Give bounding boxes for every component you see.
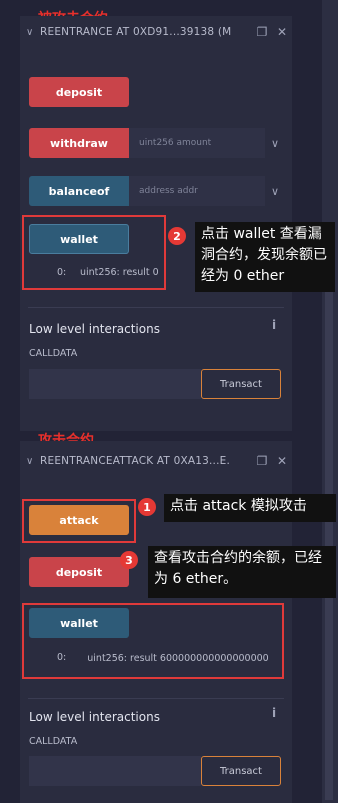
callout-tooltip-3: 查看攻击合约的余额，已经为 6 ether。 [148, 546, 336, 598]
copy-icon[interactable]: ❐ [252, 454, 272, 468]
callout-number-3: 3 [120, 551, 138, 569]
balanceof-button[interactable]: balanceof [29, 176, 129, 206]
balanceof-address-input[interactable]: address addr [129, 176, 265, 206]
divider [28, 307, 284, 308]
transact-button[interactable]: Transact [201, 369, 281, 399]
victim-contract-header[interactable]: ∨ REENTRANCE AT 0XD91...39138 (M ❐ ✕ [20, 17, 292, 47]
callout-tooltip-2: 点击 wallet 查看漏洞合约，发现余额已经为 0 ether [195, 222, 335, 292]
chevron-down-icon[interactable]: ∨ [266, 176, 284, 206]
close-icon[interactable]: ✕ [272, 454, 292, 468]
calldata-input[interactable] [29, 369, 201, 399]
deposit-button[interactable]: deposit [29, 77, 129, 107]
divider [28, 698, 284, 699]
low-level-title: Low level interactions [29, 710, 160, 724]
low-level-title: Low level interactions [29, 322, 160, 336]
attacker-deposit-button[interactable]: deposit [29, 557, 129, 587]
calldata-label: CALLDATA [29, 348, 78, 359]
info-icon[interactable]: i [272, 318, 276, 332]
calldata-input[interactable] [29, 756, 201, 786]
scrollbar-thumb[interactable] [325, 285, 333, 800]
chevron-down-icon[interactable]: ∨ [26, 456, 40, 467]
attacker-contract-header[interactable]: ∨ REENTRANCEATTACK AT 0XA13...E. ❐ ✕ [20, 446, 292, 476]
callout-box-3 [22, 603, 284, 679]
withdraw-amount-input[interactable]: uint256 amount [129, 128, 265, 158]
chevron-down-icon[interactable]: ∨ [26, 27, 40, 38]
attacker-contract-title: REENTRANCEATTACK AT 0XA13...E. [40, 455, 230, 467]
victim-contract-title: REENTRANCE AT 0XD91...39138 (M [40, 26, 232, 38]
callout-tooltip-1: 点击 attack 模拟攻击 [164, 494, 336, 522]
withdraw-button[interactable]: withdraw [29, 128, 129, 158]
chevron-down-icon[interactable]: ∨ [266, 128, 284, 158]
info-icon[interactable]: i [272, 706, 276, 720]
close-icon[interactable]: ✕ [272, 25, 292, 39]
callout-box-1 [22, 499, 136, 543]
copy-icon[interactable]: ❐ [252, 25, 272, 39]
callout-box-2 [22, 215, 166, 290]
transact-button[interactable]: Transact [201, 756, 281, 786]
calldata-label: CALLDATA [29, 736, 78, 747]
callout-number-1: 1 [138, 498, 156, 516]
callout-number-2: 2 [168, 227, 186, 245]
